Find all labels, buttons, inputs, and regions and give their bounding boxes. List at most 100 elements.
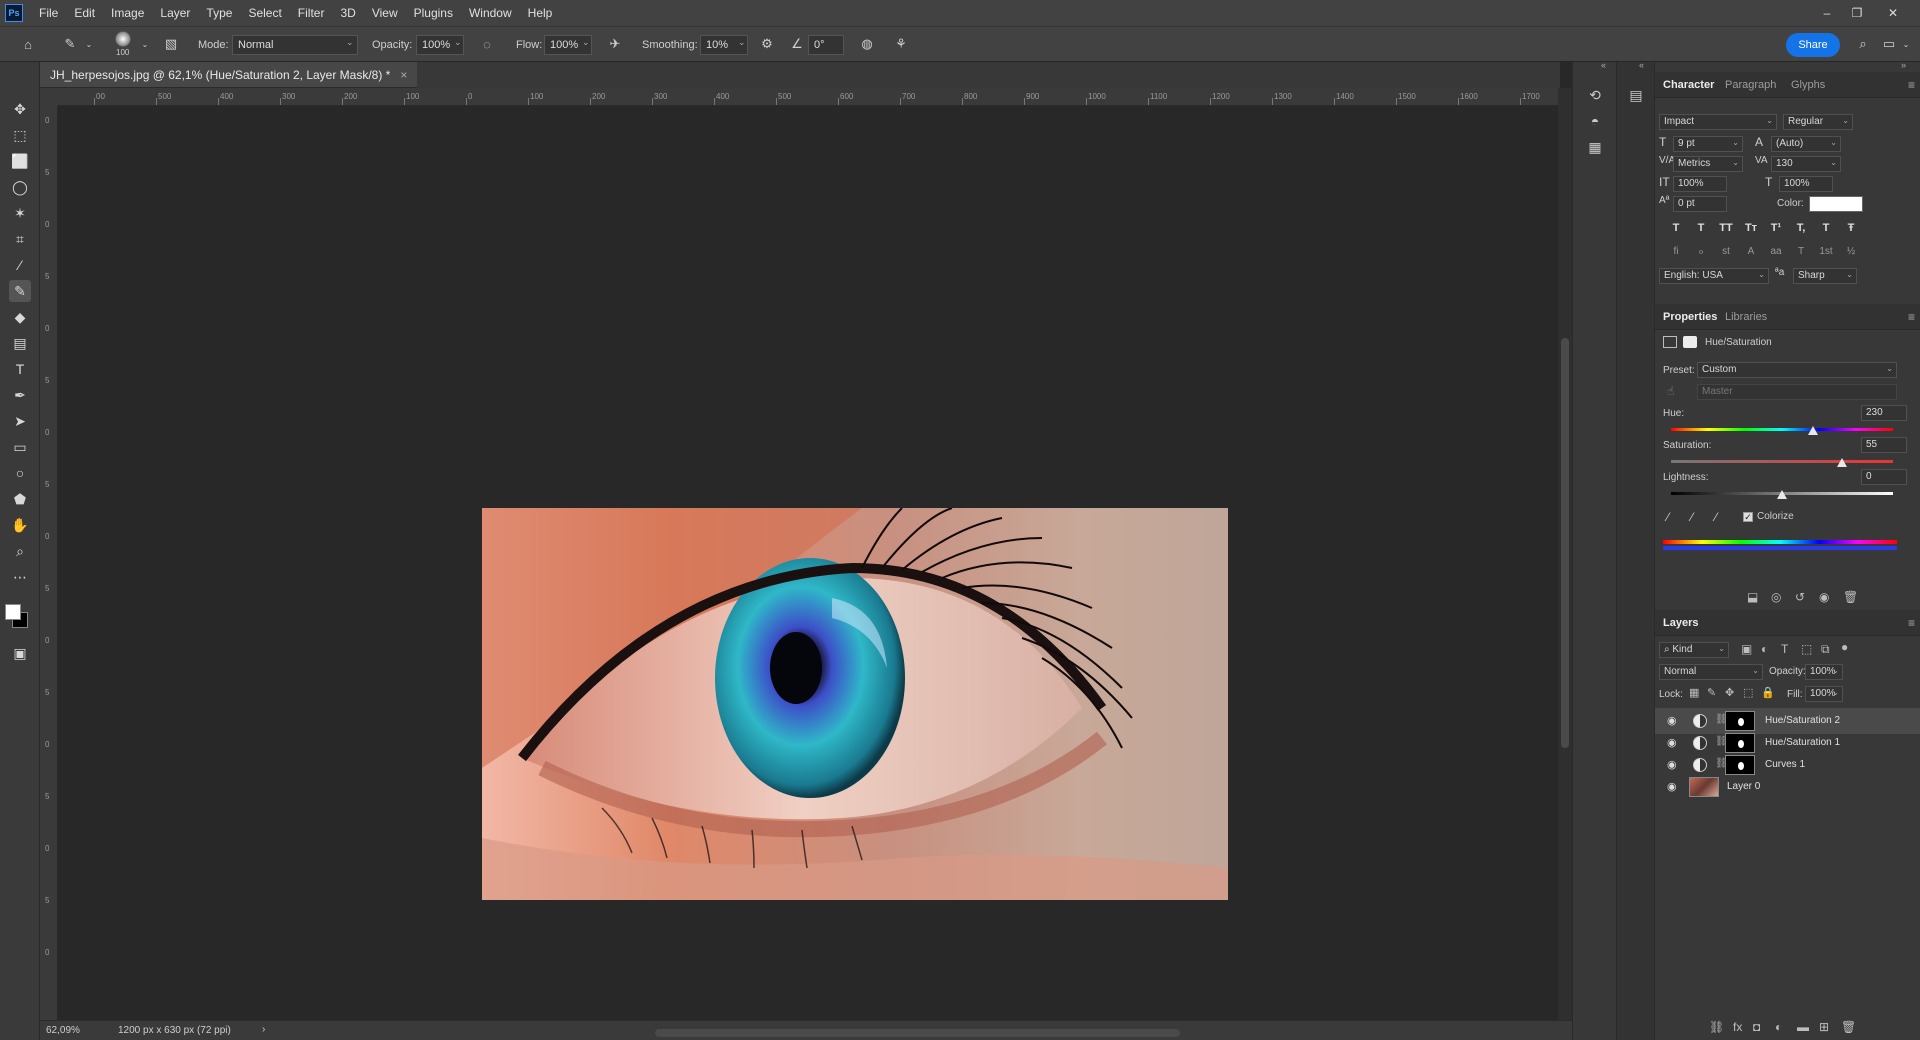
panel-menu-icon[interactable]: ≡ (1908, 78, 1915, 92)
layer-filter-kind[interactable]: ⌕ Kind ⌄ (1659, 642, 1729, 658)
text-color-swatch[interactable] (1809, 196, 1863, 212)
eraser-tool-icon[interactable]: ◆ (9, 306, 31, 328)
hue-input[interactable]: 230 (1861, 405, 1907, 421)
clip-to-layer-icon[interactable]: ⬓ (1747, 590, 1758, 604)
opentype-button[interactable]: ℴ (1694, 246, 1708, 257)
tab-libraries[interactable]: Libraries (1725, 311, 1767, 323)
layer-row[interactable]: ◉ Layer 0 (1655, 774, 1920, 800)
eye-icon[interactable]: ◉ (1667, 736, 1677, 749)
filter-adjustment-icon[interactable]: ◐ (1761, 642, 1768, 656)
crop-tool-icon[interactable]: ⌗ (9, 228, 31, 250)
anti-alias-select[interactable]: Sharp ⌄ (1793, 268, 1857, 284)
menu-3d[interactable]: 3D (332, 0, 363, 26)
horizontal-scale-input[interactable]: 100% (1779, 176, 1833, 192)
chevron-down-icon[interactable]: ⌄ (84, 33, 94, 55)
text-style-button[interactable]: T¹ (1769, 222, 1783, 234)
status-arrow-icon[interactable]: › (262, 1024, 265, 1035)
eyedropper-minus-icon[interactable]: ⁄ (1715, 510, 1717, 524)
brush-tool-preset-icon[interactable]: ✎ (58, 33, 82, 55)
vertical-scrollbar[interactable] (1558, 88, 1572, 1020)
lightness-slider-thumb[interactable] (1777, 490, 1787, 499)
kerning-input[interactable]: Metrics ⌄ (1673, 156, 1743, 172)
vertical-scale-input[interactable]: 100% (1673, 176, 1727, 192)
chevron-down-icon[interactable]: ⌄ (140, 33, 150, 55)
colorize-checkbox[interactable]: ✓ (1743, 512, 1753, 522)
reset-icon[interactable]: ↺ (1795, 590, 1805, 604)
filter-pixel-icon[interactable]: ▣ (1741, 642, 1752, 656)
minimize-button[interactable]: – (1812, 0, 1842, 26)
lock-pixels-icon[interactable]: ✎ (1707, 686, 1716, 699)
text-style-button[interactable]: Tт (1744, 222, 1758, 234)
new-group-icon[interactable]: ▬ (1797, 1020, 1809, 1034)
ellipse-tool-icon[interactable]: ○ (9, 462, 31, 484)
leading-input[interactable]: (Auto) ⌄ (1771, 136, 1841, 152)
tab-character[interactable]: Character (1663, 79, 1714, 91)
opentype-button[interactable]: ½ (1844, 246, 1858, 257)
menu-help[interactable]: Help (520, 0, 561, 26)
opentype-button[interactable]: ﬁ (1669, 246, 1683, 257)
tab-layers[interactable]: Layers (1663, 617, 1698, 629)
panel-menu-icon[interactable]: ≡ (1908, 310, 1915, 324)
eye-icon[interactable]: ◉ (1667, 758, 1677, 771)
opentype-button[interactable]: aa (1769, 246, 1783, 257)
menu-type[interactable]: Type (198, 0, 240, 26)
text-style-button[interactable]: T (1694, 222, 1708, 234)
opentype-button[interactable]: A (1744, 246, 1758, 257)
lasso-tool-icon[interactable]: ◯ (9, 176, 31, 198)
horizontal-scrollbar[interactable] (275, 1026, 1558, 1040)
tracking-input[interactable]: 130 ⌄ (1771, 156, 1841, 172)
path-selection-icon[interactable]: ➤ (9, 410, 31, 432)
lock-transparent-icon[interactable]: ▦ (1689, 686, 1699, 699)
home-icon[interactable]: ⌂ (16, 33, 40, 55)
close-tab-icon[interactable]: × (400, 68, 407, 82)
brush-settings-icon[interactable]: ▧ (160, 33, 182, 55)
eye-icon[interactable]: ◉ (1667, 780, 1677, 793)
layer-thumbnail[interactable] (1689, 777, 1719, 797)
eyedropper-icon[interactable]: ⁄ (1667, 510, 1669, 524)
menu-layer[interactable]: Layer (152, 0, 198, 26)
hand-tool-icon[interactable]: ✋ (9, 514, 31, 536)
menu-select[interactable]: Select (240, 0, 289, 26)
saturation-input[interactable]: 55 (1861, 437, 1907, 453)
mask-icon[interactable] (1683, 336, 1697, 348)
layer-style-icon[interactable]: fx (1733, 1020, 1742, 1034)
eye-icon[interactable]: ◉ (1667, 714, 1677, 727)
restore-button[interactable]: ❐ (1842, 0, 1872, 26)
filter-smart-object-icon[interactable]: ⧉ (1821, 642, 1830, 657)
menu-edit[interactable]: Edit (66, 0, 103, 26)
collapse-panels-icon[interactable]: » (1901, 60, 1906, 70)
blend-mode-select[interactable]: Normal ⌄ (1659, 664, 1763, 680)
language-select[interactable]: English: USA ⌄ (1659, 268, 1769, 284)
horizontal-scroll-thumb[interactable] (655, 1029, 1180, 1037)
rectangle-tool-icon[interactable]: ▭ (9, 436, 31, 458)
eyedropper-tool-icon[interactable]: ⁄ (9, 254, 31, 276)
vertical-scroll-thumb[interactable] (1561, 338, 1569, 748)
info-panel-icon[interactable]: ▤ (1625, 84, 1647, 106)
menu-plugins[interactable]: Plugins (406, 0, 461, 26)
text-style-button[interactable]: T (1669, 222, 1683, 234)
symmetry-icon[interactable]: ⚘ (890, 33, 912, 55)
menu-view[interactable]: View (364, 0, 406, 26)
lock-position-icon[interactable]: ✥ (1725, 686, 1734, 699)
menu-file[interactable]: File (31, 0, 66, 26)
text-style-button[interactable]: TT (1719, 222, 1733, 234)
zoom-level[interactable]: 62,09% (46, 1025, 80, 1036)
delete-layer-icon[interactable]: 🗑 (1841, 1020, 1856, 1034)
add-mask-icon[interactable]: ◘ (1753, 1020, 1760, 1034)
marquee-tool-icon[interactable]: ⬜ (9, 150, 31, 172)
new-layer-icon[interactable]: ⊞ (1819, 1020, 1829, 1034)
new-adjustment-icon[interactable]: ◐ (1775, 1020, 1782, 1034)
font-family-select[interactable]: Impact ⌄ (1659, 114, 1777, 130)
filter-type-icon[interactable]: T (1781, 642, 1788, 656)
airbrush-icon[interactable]: ✈ (604, 33, 626, 55)
lock-all-icon[interactable]: 🔒 (1761, 686, 1775, 699)
brush-preview-icon[interactable] (115, 31, 131, 47)
angle-input[interactable]: 0° (808, 35, 844, 55)
menu-image[interactable]: Image (103, 0, 152, 26)
text-style-button[interactable]: Ŧ (1844, 222, 1858, 234)
history-icon[interactable]: ⟲ (1584, 84, 1606, 106)
gradient-tool-icon[interactable]: ▤ (9, 332, 31, 354)
filter-toggle-icon[interactable]: ● (1841, 640, 1848, 654)
text-style-button[interactable]: T, (1794, 222, 1808, 234)
artboard-tool-icon[interactable]: ⬚ (9, 124, 31, 146)
